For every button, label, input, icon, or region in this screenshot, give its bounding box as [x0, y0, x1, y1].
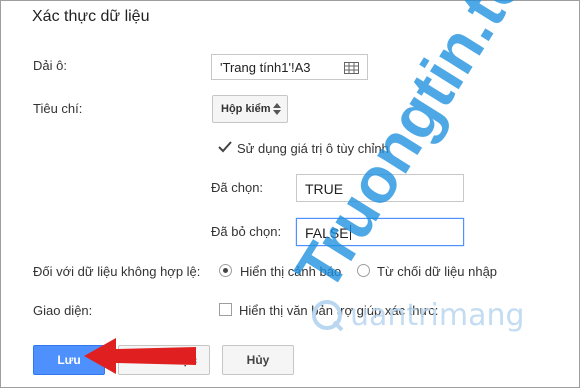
criteria-label: Tiêu chí: — [33, 101, 83, 116]
range-label: Dải ô: — [33, 58, 67, 73]
watermark-logo: uantrimang — [300, 296, 580, 336]
red-arrow-icon — [84, 338, 196, 374]
updown-arrow-icon — [273, 102, 281, 121]
criteria-value: Hộp kiểm — [221, 103, 271, 115]
appearance-label: Giao diện: — [33, 303, 93, 318]
cancel-button[interactable]: Hủy — [222, 345, 294, 375]
checked-label: Đã chọn: — [211, 180, 264, 195]
logo-icon — [312, 300, 344, 332]
custom-values-checkbox[interactable] — [218, 140, 232, 153]
help-text-checkbox[interactable] — [219, 303, 232, 316]
invalid-data-label: Đối với dữ liệu không hợp lệ: — [33, 264, 201, 279]
watermark-site: Truongtin.top — [290, 0, 560, 300]
criteria-select[interactable]: Hộp kiểm — [212, 95, 288, 123]
watermark-text: Truongtin.top — [290, 0, 560, 300]
watermark-logo-text: uantrimang — [350, 298, 525, 333]
radio-show-warning[interactable] — [219, 264, 232, 277]
dialog-title: Xác thực dữ liệu — [32, 8, 150, 25]
unchecked-label: Đã bỏ chọn: — [211, 224, 282, 239]
